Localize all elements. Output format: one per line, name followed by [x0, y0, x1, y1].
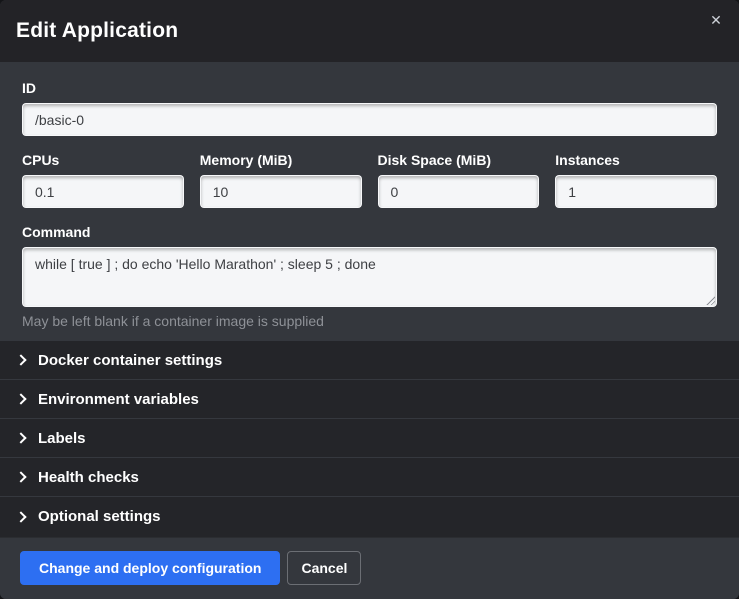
- command-textarea[interactable]: while [ true ] ; do echo 'Hello Marathon…: [22, 247, 717, 307]
- cpus-field-group: CPUs: [22, 152, 184, 208]
- modal-header: Edit Application ✕: [0, 0, 739, 62]
- instances-input[interactable]: [555, 175, 717, 208]
- chevron-right-icon: [15, 432, 26, 443]
- chevron-right-icon: [15, 511, 26, 522]
- cancel-button[interactable]: Cancel: [287, 551, 361, 585]
- disk-field-group: Disk Space (MiB): [378, 152, 540, 208]
- id-field-group: ID: [22, 80, 717, 136]
- disk-space-label: Disk Space (MiB): [378, 152, 540, 168]
- command-field-group: Command while [ true ] ; do echo 'Hello …: [22, 224, 717, 329]
- id-input[interactable]: [22, 103, 717, 136]
- memory-label: Memory (MiB): [200, 152, 362, 168]
- close-icon[interactable]: ✕: [705, 10, 727, 32]
- application-form: ID CPUs Memory (MiB) Disk Space (MiB) In…: [0, 62, 739, 341]
- section-health-checks[interactable]: Health checks: [0, 458, 739, 497]
- chevron-right-icon: [15, 354, 26, 365]
- instances-field-group: Instances: [555, 152, 717, 208]
- chevron-right-icon: [15, 393, 26, 404]
- modal-footer: Change and deploy configuration Cancel: [0, 537, 739, 599]
- instances-label: Instances: [555, 152, 717, 168]
- section-environment-variables[interactable]: Environment variables: [0, 380, 739, 419]
- cpus-label: CPUs: [22, 152, 184, 168]
- chevron-right-icon: [15, 471, 26, 482]
- section-optional-settings[interactable]: Optional settings: [0, 497, 739, 536]
- section-label: Optional settings: [38, 508, 161, 525]
- disk-space-input[interactable]: [378, 175, 540, 208]
- settings-accordion: Docker container settings Environment va…: [0, 341, 739, 537]
- command-textarea-wrap: while [ true ] ; do echo 'Hello Marathon…: [22, 247, 717, 307]
- id-label: ID: [22, 80, 717, 96]
- command-label: Command: [22, 224, 717, 240]
- edit-application-modal: Edit Application ✕ ID CPUs Memory (MiB) …: [0, 0, 739, 599]
- resources-row: CPUs Memory (MiB) Disk Space (MiB) Insta…: [22, 152, 717, 208]
- section-label: Labels: [38, 430, 86, 447]
- section-label: Health checks: [38, 469, 139, 486]
- section-labels[interactable]: Labels: [0, 419, 739, 458]
- page-title: Edit Application: [16, 19, 178, 43]
- memory-input[interactable]: [200, 175, 362, 208]
- section-docker-container-settings[interactable]: Docker container settings: [0, 341, 739, 380]
- memory-field-group: Memory (MiB): [200, 152, 362, 208]
- change-and-deploy-button[interactable]: Change and deploy configuration: [20, 551, 280, 585]
- command-help-text: May be left blank if a container image i…: [22, 313, 717, 329]
- cpus-input[interactable]: [22, 175, 184, 208]
- section-label: Environment variables: [38, 391, 199, 408]
- section-label: Docker container settings: [38, 352, 222, 369]
